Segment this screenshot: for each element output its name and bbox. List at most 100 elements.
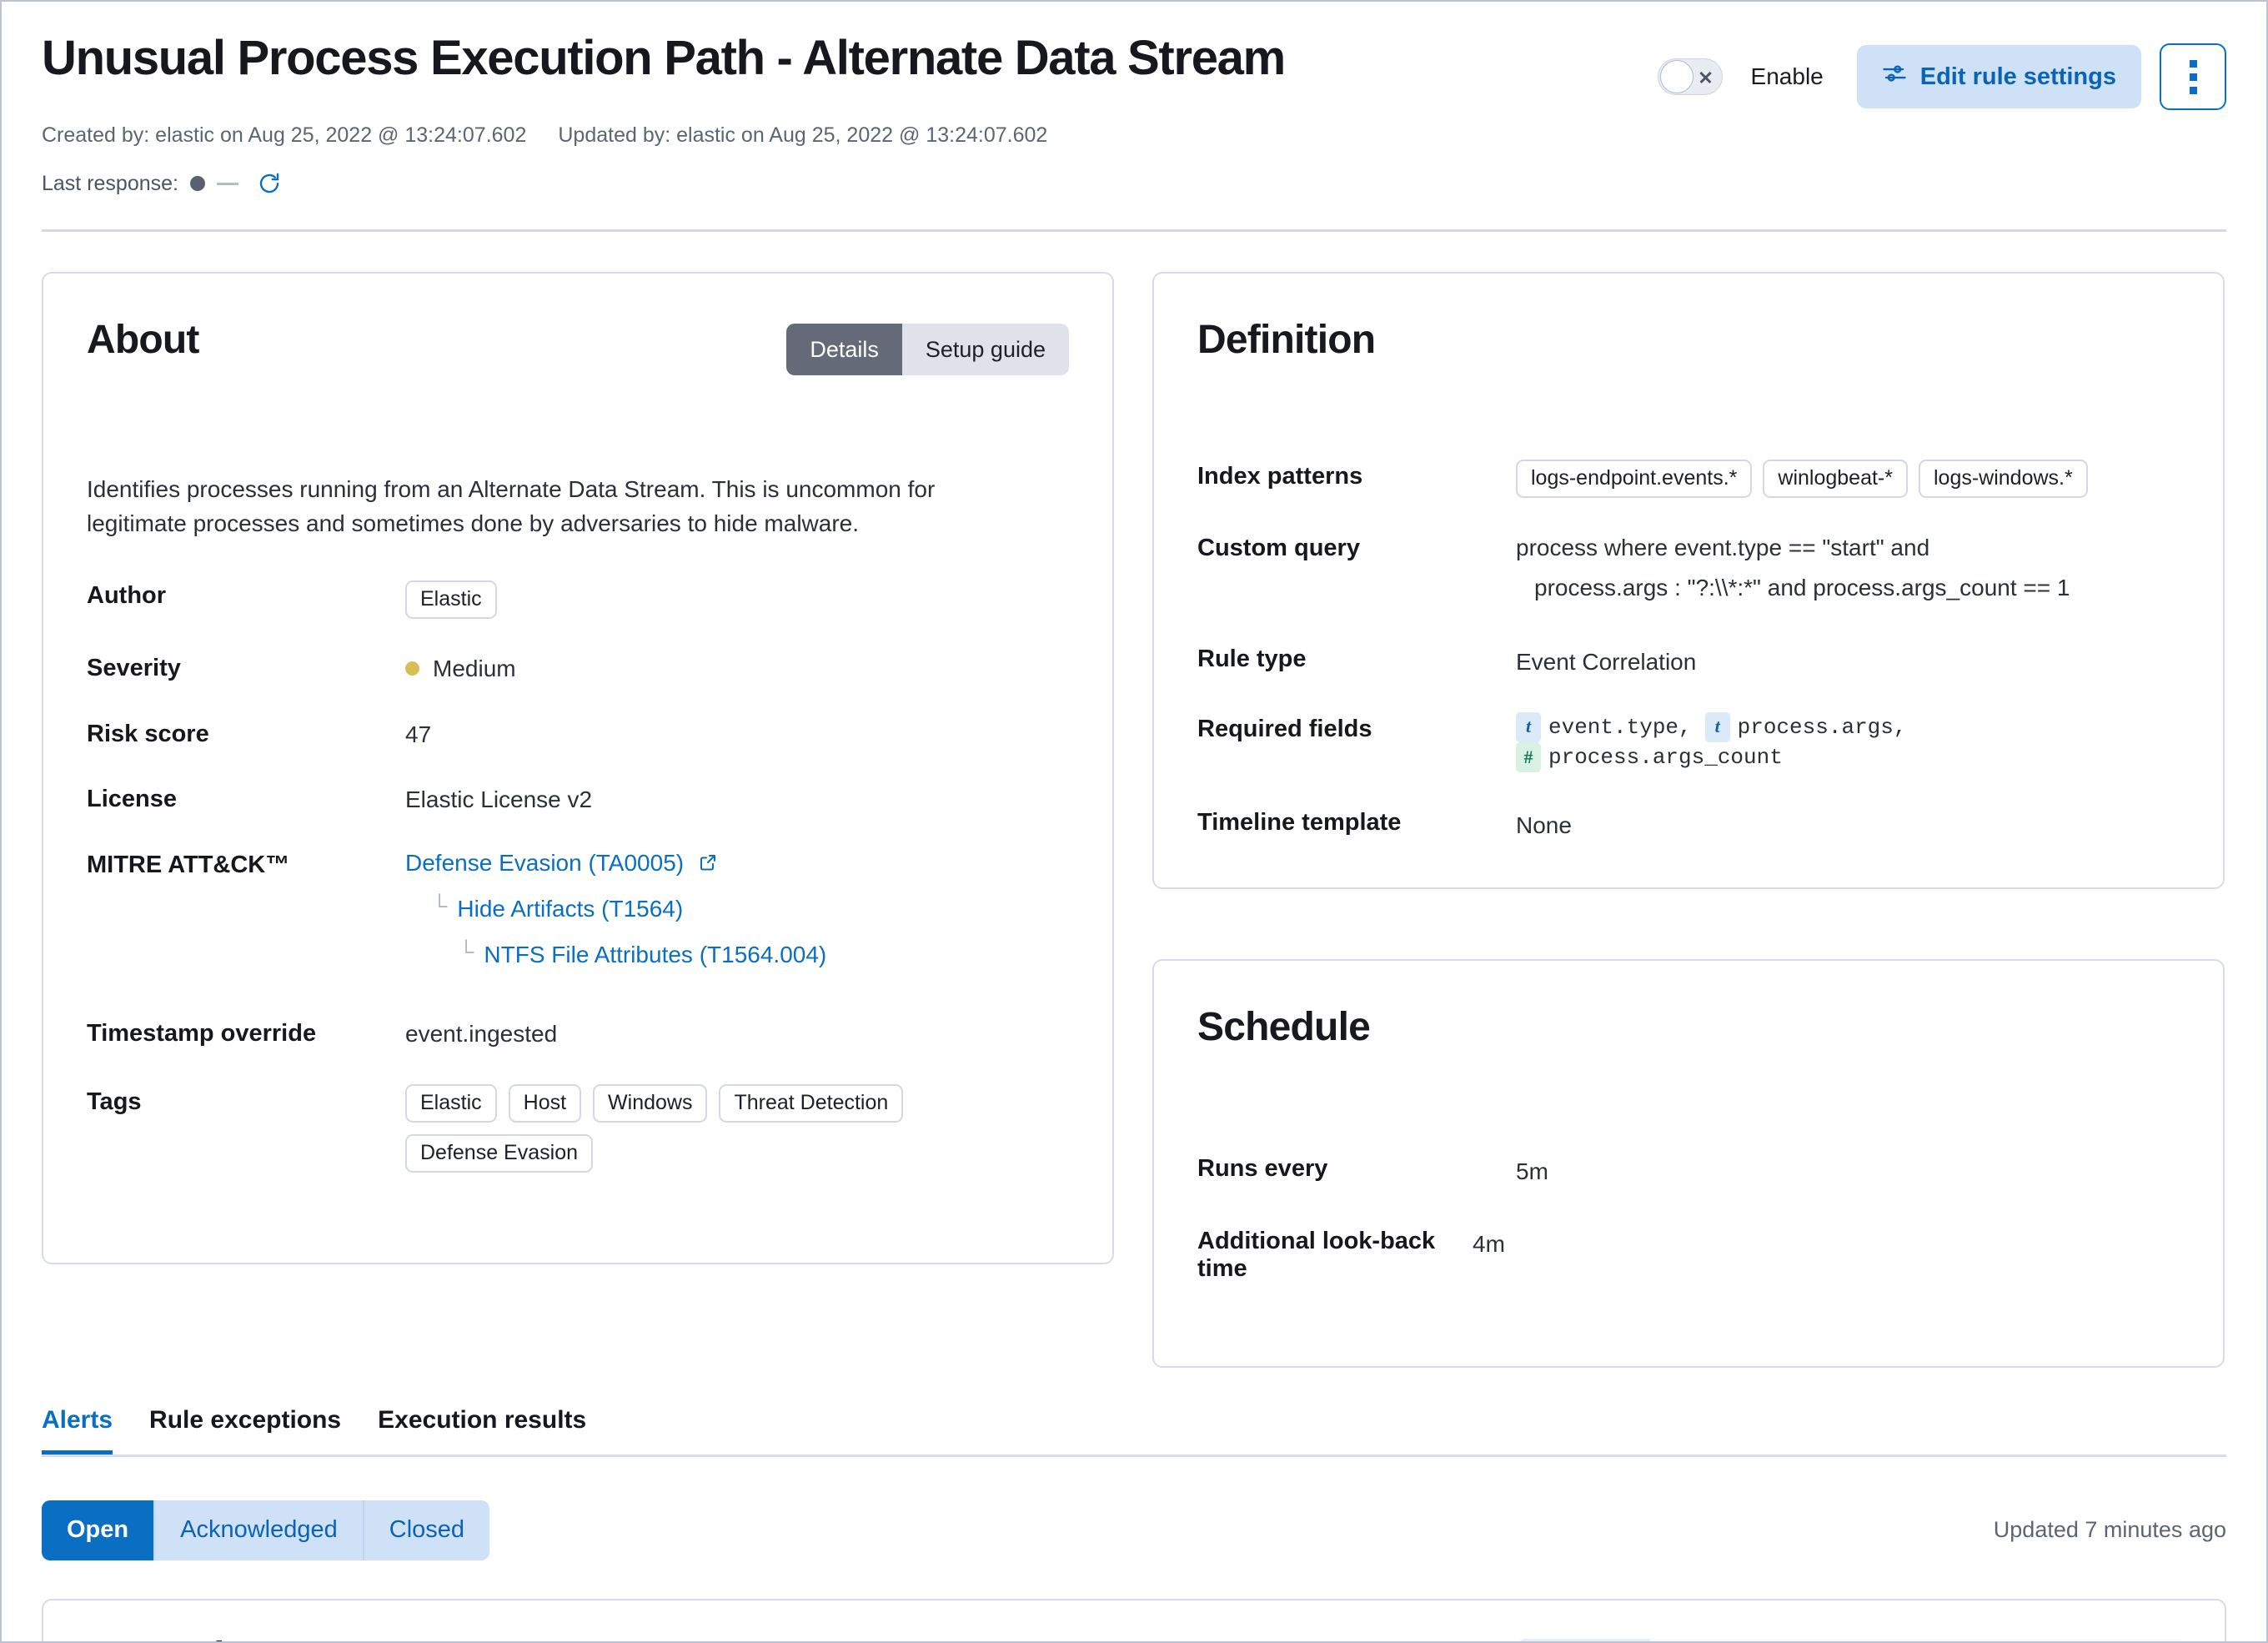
trend-panel: Trend Stack by event.category bbox=[42, 1599, 2226, 1643]
page-header: Unusual Process Execution Path - Alterna… bbox=[2, 2, 2266, 196]
definition-title: Definition bbox=[1197, 317, 2180, 363]
runs-every-value: 5m bbox=[1516, 1152, 1548, 1188]
spacer bbox=[1197, 1050, 2180, 1152]
risk-score-value: 47 bbox=[405, 716, 431, 751]
required-field-name: event.type, bbox=[1548, 712, 1692, 742]
panels-row: About Details Setup guide Identifies pro… bbox=[2, 232, 2266, 1368]
severity-value-wrap: Medium bbox=[405, 651, 516, 685]
index-pattern-list: logs-endpoint.events.* winlogbeat-* logs… bbox=[1516, 460, 2088, 498]
updated-by-text: Updated by: elastic on Aug 25, 2022 @ 13… bbox=[558, 123, 1047, 148]
more-vertical-icon-dot bbox=[2190, 87, 2197, 94]
stack-by-select[interactable]: event.category bbox=[1650, 1639, 2185, 1643]
filter-acknowledged[interactable]: Acknowledged bbox=[155, 1500, 364, 1560]
mitre-subtechnique-row: └ NTFS File Attributes (T1564.004) bbox=[405, 939, 826, 971]
required-field-item: t process.args, bbox=[1705, 712, 1907, 742]
rule-details-page: Unusual Process Execution Path - Alterna… bbox=[0, 0, 2268, 1643]
filter-open[interactable]: Open bbox=[42, 1500, 155, 1560]
edit-rule-settings-label: Edit rule settings bbox=[1920, 63, 2116, 91]
custom-query-line-2: process.args : "?:\\*:*" and process.arg… bbox=[1516, 571, 2070, 604]
stack-by-control: Stack by event.category bbox=[1518, 1639, 2185, 1643]
trend-header: Trend bbox=[77, 1634, 224, 1643]
tab-rule-exceptions[interactable]: Rule exceptions bbox=[149, 1406, 341, 1455]
created-by-text: Created by: elastic on Aug 25, 2022 @ 13… bbox=[42, 123, 526, 148]
spacer bbox=[1197, 363, 2180, 460]
risk-score-label: Risk score bbox=[87, 716, 405, 750]
about-row-timestamp-override: Timestamp override event.ingested bbox=[87, 1016, 1069, 1050]
about-title: About bbox=[87, 317, 199, 363]
lookback-value: 4m bbox=[1473, 1224, 1505, 1260]
about-panel: About Details Setup guide Identifies pro… bbox=[42, 272, 1114, 1264]
enable-toggle-group: Enable bbox=[1658, 58, 1857, 95]
header-top-row: Unusual Process Execution Path - Alterna… bbox=[42, 32, 2226, 110]
about-row-mitre: MITRE ATT&CK™ Defense Evasion (TA0005) bbox=[87, 847, 1069, 970]
external-link-icon bbox=[698, 849, 718, 869]
about-row-severity: Severity Medium bbox=[87, 651, 1069, 685]
mitre-technique-row: └ Hide Artifacts (T1564) bbox=[405, 893, 826, 925]
schedule-title: Schedule bbox=[1197, 1004, 2180, 1050]
bottom-tabs: Alerts Rule exceptions Execution results bbox=[42, 1406, 2226, 1455]
trend-title: Trend bbox=[118, 1634, 224, 1643]
index-pattern-chip: logs-windows.* bbox=[1919, 460, 2088, 498]
timestamp-override-label: Timestamp override bbox=[87, 1016, 405, 1049]
tags-label: Tags bbox=[87, 1084, 405, 1118]
mitre-tactic-row: Defense Evasion (TA0005) bbox=[405, 847, 826, 879]
required-field-name: process.args_count bbox=[1548, 742, 1783, 772]
tab-details[interactable]: Details bbox=[786, 324, 902, 375]
alert-status-filter-row: Open Acknowledged Closed Updated 7 minut… bbox=[42, 1500, 2226, 1560]
about-rows: Author Elastic Severity Medium bbox=[87, 578, 1069, 1173]
toggle-knob bbox=[1660, 60, 1693, 93]
tabs-divider bbox=[42, 1455, 2226, 1457]
more-actions-button[interactable] bbox=[2160, 43, 2226, 110]
about-row-tags: Tags Elastic Host Windows Threat Detecti… bbox=[87, 1084, 1069, 1173]
stack-by-label: Stack by bbox=[1518, 1639, 1650, 1643]
index-pattern-chip: logs-endpoint.events.* bbox=[1516, 460, 1752, 498]
severity-label: Severity bbox=[87, 651, 405, 684]
lookback-label: Additional look-back time bbox=[1197, 1224, 1473, 1283]
required-field-item: # process.args_count bbox=[1516, 742, 1783, 772]
about-header: About Details Setup guide bbox=[87, 317, 1069, 375]
last-response-row: Last response: bbox=[42, 171, 2226, 196]
refresh-icon[interactable] bbox=[257, 171, 282, 196]
required-field-name: process.args, bbox=[1738, 712, 1907, 742]
more-vertical-icon-dot bbox=[2190, 73, 2197, 81]
filter-closed[interactable]: Closed bbox=[364, 1500, 489, 1560]
index-patterns-label: Index patterns bbox=[1197, 460, 1516, 490]
last-response-label: Last response: bbox=[42, 172, 178, 196]
enable-rule-toggle[interactable] bbox=[1658, 58, 1723, 95]
schedule-row-runs-every: Runs every 5m bbox=[1197, 1152, 2180, 1188]
about-column: About Details Setup guide Identifies pro… bbox=[42, 272, 1114, 1264]
custom-query-line-1: process where event.type == "start" and bbox=[1516, 531, 2070, 564]
about-row-author: Author Elastic bbox=[87, 578, 1069, 619]
page-title: Unusual Process Execution Path - Alterna… bbox=[42, 32, 1285, 86]
definition-row-timeline-template: Timeline template None bbox=[1197, 806, 2180, 842]
timestamp-override-value: event.ingested bbox=[405, 1016, 557, 1050]
schedule-panel: Schedule Runs every 5m Additional look-b… bbox=[1152, 959, 2225, 1368]
tag-chip: Elastic bbox=[405, 1084, 497, 1123]
tree-elbow-icon: └ bbox=[432, 893, 447, 919]
enable-label: Enable bbox=[1751, 63, 1824, 90]
mitre-subtechnique-link[interactable]: NTFS File Attributes (T1564.004) bbox=[484, 939, 826, 971]
edit-rule-settings-button[interactable]: Edit rule settings bbox=[1857, 45, 2141, 108]
tab-setup-guide[interactable]: Setup guide bbox=[902, 324, 1069, 375]
schedule-row-lookback: Additional look-back time 4m bbox=[1197, 1224, 2180, 1283]
mitre-list: Defense Evasion (TA0005) └ bbox=[405, 847, 826, 970]
string-type-icon: t bbox=[1705, 712, 1730, 742]
rule-type-value: Event Correlation bbox=[1516, 642, 1696, 678]
tag-list: Elastic Host Windows Threat Detection De… bbox=[405, 1084, 1069, 1173]
bottom-tabs-wrap: Alerts Rule exceptions Execution results bbox=[42, 1406, 2226, 1457]
mitre-tactic-link[interactable]: Defense Evasion (TA0005) bbox=[405, 850, 684, 876]
close-icon bbox=[1698, 70, 1713, 84]
tab-alerts[interactable]: Alerts bbox=[42, 1406, 113, 1455]
license-value: Elastic License v2 bbox=[405, 781, 592, 816]
license-label: License bbox=[87, 781, 405, 815]
tab-execution-results[interactable]: Execution results bbox=[378, 1406, 586, 1455]
severity-value: Medium bbox=[433, 653, 516, 685]
about-tab-group: Details Setup guide bbox=[786, 324, 1069, 375]
about-row-risk-score: Risk score 47 bbox=[87, 716, 1069, 751]
string-type-icon: t bbox=[1516, 712, 1541, 742]
more-vertical-icon-dot bbox=[2190, 60, 2197, 68]
about-row-license: License Elastic License v2 bbox=[87, 781, 1069, 816]
tag-chip: Defense Evasion bbox=[405, 1134, 593, 1173]
mitre-technique-link[interactable]: Hide Artifacts (T1564) bbox=[457, 893, 683, 925]
author-badge: Elastic bbox=[405, 580, 497, 619]
